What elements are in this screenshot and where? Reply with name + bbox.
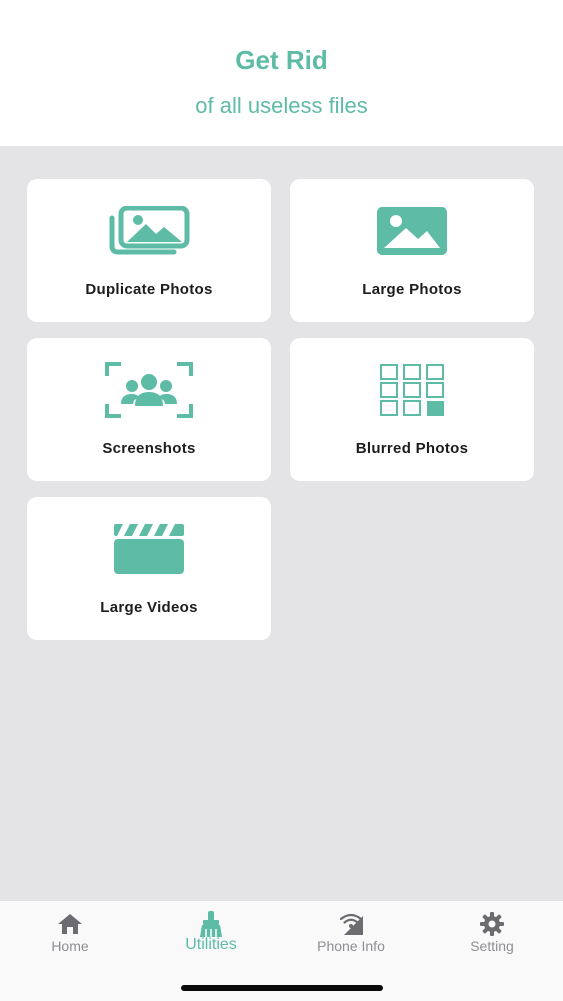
broom-icon [141, 911, 281, 937]
card-label: Large Videos [100, 599, 198, 616]
card-label: Blurred Photos [355, 440, 469, 457]
card-label: Large Photos [362, 281, 462, 298]
grid-blur-icon [290, 362, 534, 418]
tab-label: Phone Info [317, 938, 385, 954]
home-icon [0, 911, 140, 937]
tab-label: Setting [470, 938, 514, 954]
card-blurred-photos[interactable]: Blurred Photos [290, 338, 534, 481]
tab-label: Utilities [185, 936, 237, 953]
home-indicator [181, 985, 383, 991]
screenshot-group-icon [27, 362, 271, 418]
page-title: Get Rid [235, 45, 328, 75]
card-large-photos[interactable]: Large Photos [290, 179, 534, 322]
gear-icon [422, 911, 562, 937]
tab-label: Home [51, 938, 89, 954]
large-photo-icon [290, 203, 534, 259]
card-label: Duplicate Photos [85, 281, 213, 298]
card-large-videos[interactable]: Large Videos [27, 497, 271, 640]
tab-setting[interactable]: Setting [422, 901, 562, 971]
card-screenshots[interactable]: Screenshots [27, 338, 271, 481]
tab-home[interactable]: Home [0, 901, 140, 971]
tab-utilities[interactable]: Utilities [141, 901, 281, 971]
signal-icon [281, 911, 421, 937]
header: Get Rid of all useless files [0, 0, 563, 146]
clapperboard-icon [27, 521, 271, 577]
tab-phone-info[interactable]: Phone Info [281, 901, 421, 971]
duplicate-photos-icon [27, 203, 271, 259]
card-label: Screenshots [102, 440, 196, 457]
utilities-grid: Duplicate Photos Large Photos Screenshot… [0, 146, 563, 900]
page-subtitle: of all useless files [195, 93, 368, 118]
card-duplicate-photos[interactable]: Duplicate Photos [27, 179, 271, 322]
